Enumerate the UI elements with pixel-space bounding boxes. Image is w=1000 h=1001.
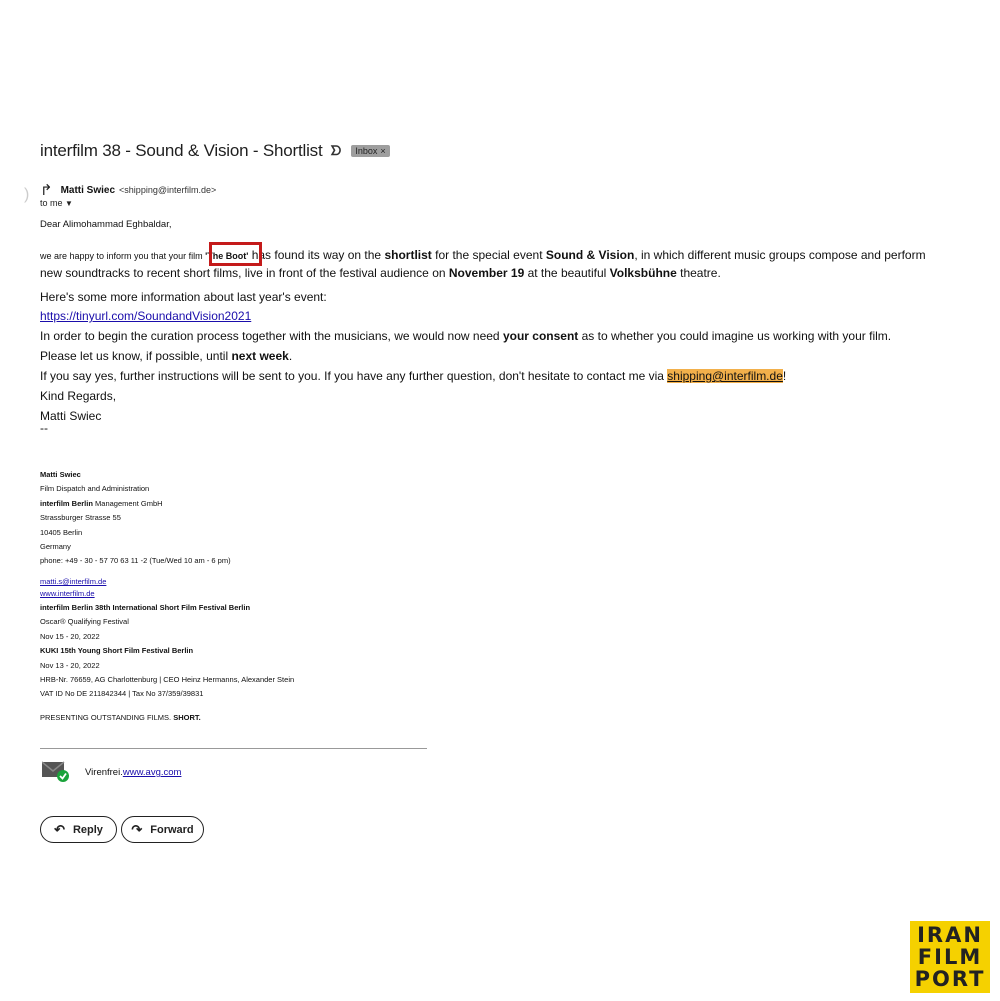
- iranfilmport-logo: IRAN FILM PORT: [910, 921, 990, 993]
- contact-email-link[interactable]: shipping@interfilm.de: [667, 369, 783, 383]
- kuki-festival: KUKI 15th Young Short Film Festival Berl…: [40, 646, 194, 656]
- replied-arrow-icon: ↱: [40, 182, 53, 199]
- inbox-label-badge[interactable]: Inbox ×: [351, 145, 390, 157]
- logo-line-2: FILM: [917, 945, 983, 969]
- para-text: theatre.: [676, 266, 721, 280]
- subject-row: interfilm 38 - Sound & Vision - Shortlis…: [40, 141, 390, 161]
- film-title-highlight-box: [209, 242, 262, 266]
- email-signature: Matti Swiec Film Dispatch and Administra…: [40, 468, 294, 702]
- consent-text: In order to begin the curation process t…: [40, 329, 503, 343]
- reply-icon: ↶: [54, 821, 65, 837]
- presenting-tagline: PRESENTING OUTSTANDING FILMS. SHORT.: [40, 713, 201, 722]
- important-marker-icon[interactable]: ᗤ: [331, 143, 342, 159]
- forward-button[interactable]: ↷ Forward: [121, 816, 204, 843]
- sender-name[interactable]: Matti Swiec: [61, 185, 115, 196]
- signature-city: 10405 Berlin: [40, 527, 83, 537]
- info-line: Here's some more information about last …: [40, 290, 327, 304]
- deadline-bold: next week: [231, 349, 289, 363]
- contact-text: If you say yes, further instructions wil…: [40, 369, 668, 383]
- reply-button[interactable]: ↶ Reply: [40, 816, 117, 843]
- oscar-qualifying: Oscar® Qualifying Festival: [40, 617, 129, 627]
- remove-label-icon[interactable]: ×: [380, 146, 385, 156]
- signature-company: interfilm Berlin Management GmbH: [40, 497, 294, 511]
- body-paragraph: we are happy to inform you that your fil…: [40, 247, 950, 282]
- envelope-check-icon: [42, 761, 69, 782]
- forward-label: Forward: [150, 823, 194, 836]
- event-info-link[interactable]: https://tinyurl.com/SoundandVision2021: [40, 309, 251, 323]
- inbox-label-text: Inbox: [355, 146, 378, 156]
- para-text: at the beautiful: [524, 266, 610, 280]
- email-subject: interfilm 38 - Sound & Vision - Shortlis…: [40, 141, 323, 160]
- consent-line: In order to begin the curation process t…: [40, 329, 891, 343]
- consent-bold: your consent: [502, 329, 579, 343]
- consent-text-end: as to whether you could imagine us worki…: [578, 329, 892, 343]
- contact-line: If you say yes, further instructions wil…: [40, 369, 786, 383]
- forward-icon: ↷: [131, 821, 143, 837]
- sender-row: ↱ Matti Swiec <shipping@interfilm.de>: [40, 181, 216, 199]
- signature-phone: phone: +49 - 30 - 57 70 63 11 -2 (Tue/We…: [40, 556, 231, 566]
- avg-link[interactable]: www.avg.com: [123, 767, 182, 778]
- venue-name: Volksbühne: [609, 266, 677, 280]
- event-name: Sound & Vision: [545, 248, 635, 262]
- logo-line-3: PORT: [914, 967, 986, 991]
- signature-separator: --: [40, 421, 48, 435]
- festival-dates: Nov 15 - 20, 2022: [40, 631, 100, 641]
- para-text: we are happy to inform you that your fil…: [40, 251, 206, 261]
- signature-role: Film Dispatch and Administration: [40, 484, 150, 494]
- signature-street: Strassburger Strasse 55: [40, 513, 121, 523]
- closing: Kind Regards,: [40, 389, 117, 403]
- chevron-down-icon[interactable]: ▼: [65, 199, 73, 208]
- logo-line-1: IRAN: [917, 923, 983, 947]
- antivirus-line: Virenfrei.www.avg.com: [85, 767, 181, 778]
- hrb-info: HRB-Nr. 76659, AG Charlottenburg | CEO H…: [40, 675, 295, 685]
- tagline-bold: SHORT.: [173, 713, 201, 722]
- greeting: Dear Alimohammad Eghbaldar,: [40, 219, 172, 230]
- para-text: has found its way on the: [248, 248, 385, 262]
- reply-label: Reply: [72, 823, 103, 836]
- vat-info: VAT ID No DE 211842344 | Tax No 37/359/3…: [40, 689, 204, 699]
- virus-free-text: Virenfrei.: [85, 767, 123, 778]
- signature-website-link[interactable]: www.interfilm.de: [40, 589, 95, 598]
- signoff-name: Matti Swiec: [40, 409, 102, 423]
- recipient-text: to me: [40, 198, 63, 208]
- deadline-text-end: .: [288, 349, 293, 363]
- signature-country: Germany: [40, 542, 71, 552]
- signature-name: Matti Swiec: [40, 470, 81, 479]
- tagline-text: PRESENTING OUTSTANDING FILMS.: [40, 713, 174, 722]
- decorative-curl: ): [24, 186, 30, 203]
- company-bold: interfilm Berlin: [40, 498, 93, 508]
- para-text: for the special event: [431, 248, 546, 262]
- contact-text-end: !: [782, 369, 787, 383]
- signature-email-link[interactable]: matti.s@interfilm.de: [40, 577, 106, 586]
- deadline-text: Please let us know, if possible, until: [40, 349, 232, 363]
- deadline-line: Please let us know, if possible, until n…: [40, 349, 292, 363]
- kuki-dates: Nov 13 - 20, 2022: [40, 660, 100, 670]
- festival-name: interfilm Berlin 38th International Shor…: [40, 603, 251, 613]
- recipient-details[interactable]: to me ▼: [40, 198, 73, 208]
- sender-email: <shipping@interfilm.de>: [119, 185, 217, 195]
- event-date: November 19: [448, 266, 525, 280]
- shortlist-word: shortlist: [384, 248, 432, 262]
- divider: [40, 748, 427, 749]
- company-rest: Management GmbH: [92, 498, 163, 508]
